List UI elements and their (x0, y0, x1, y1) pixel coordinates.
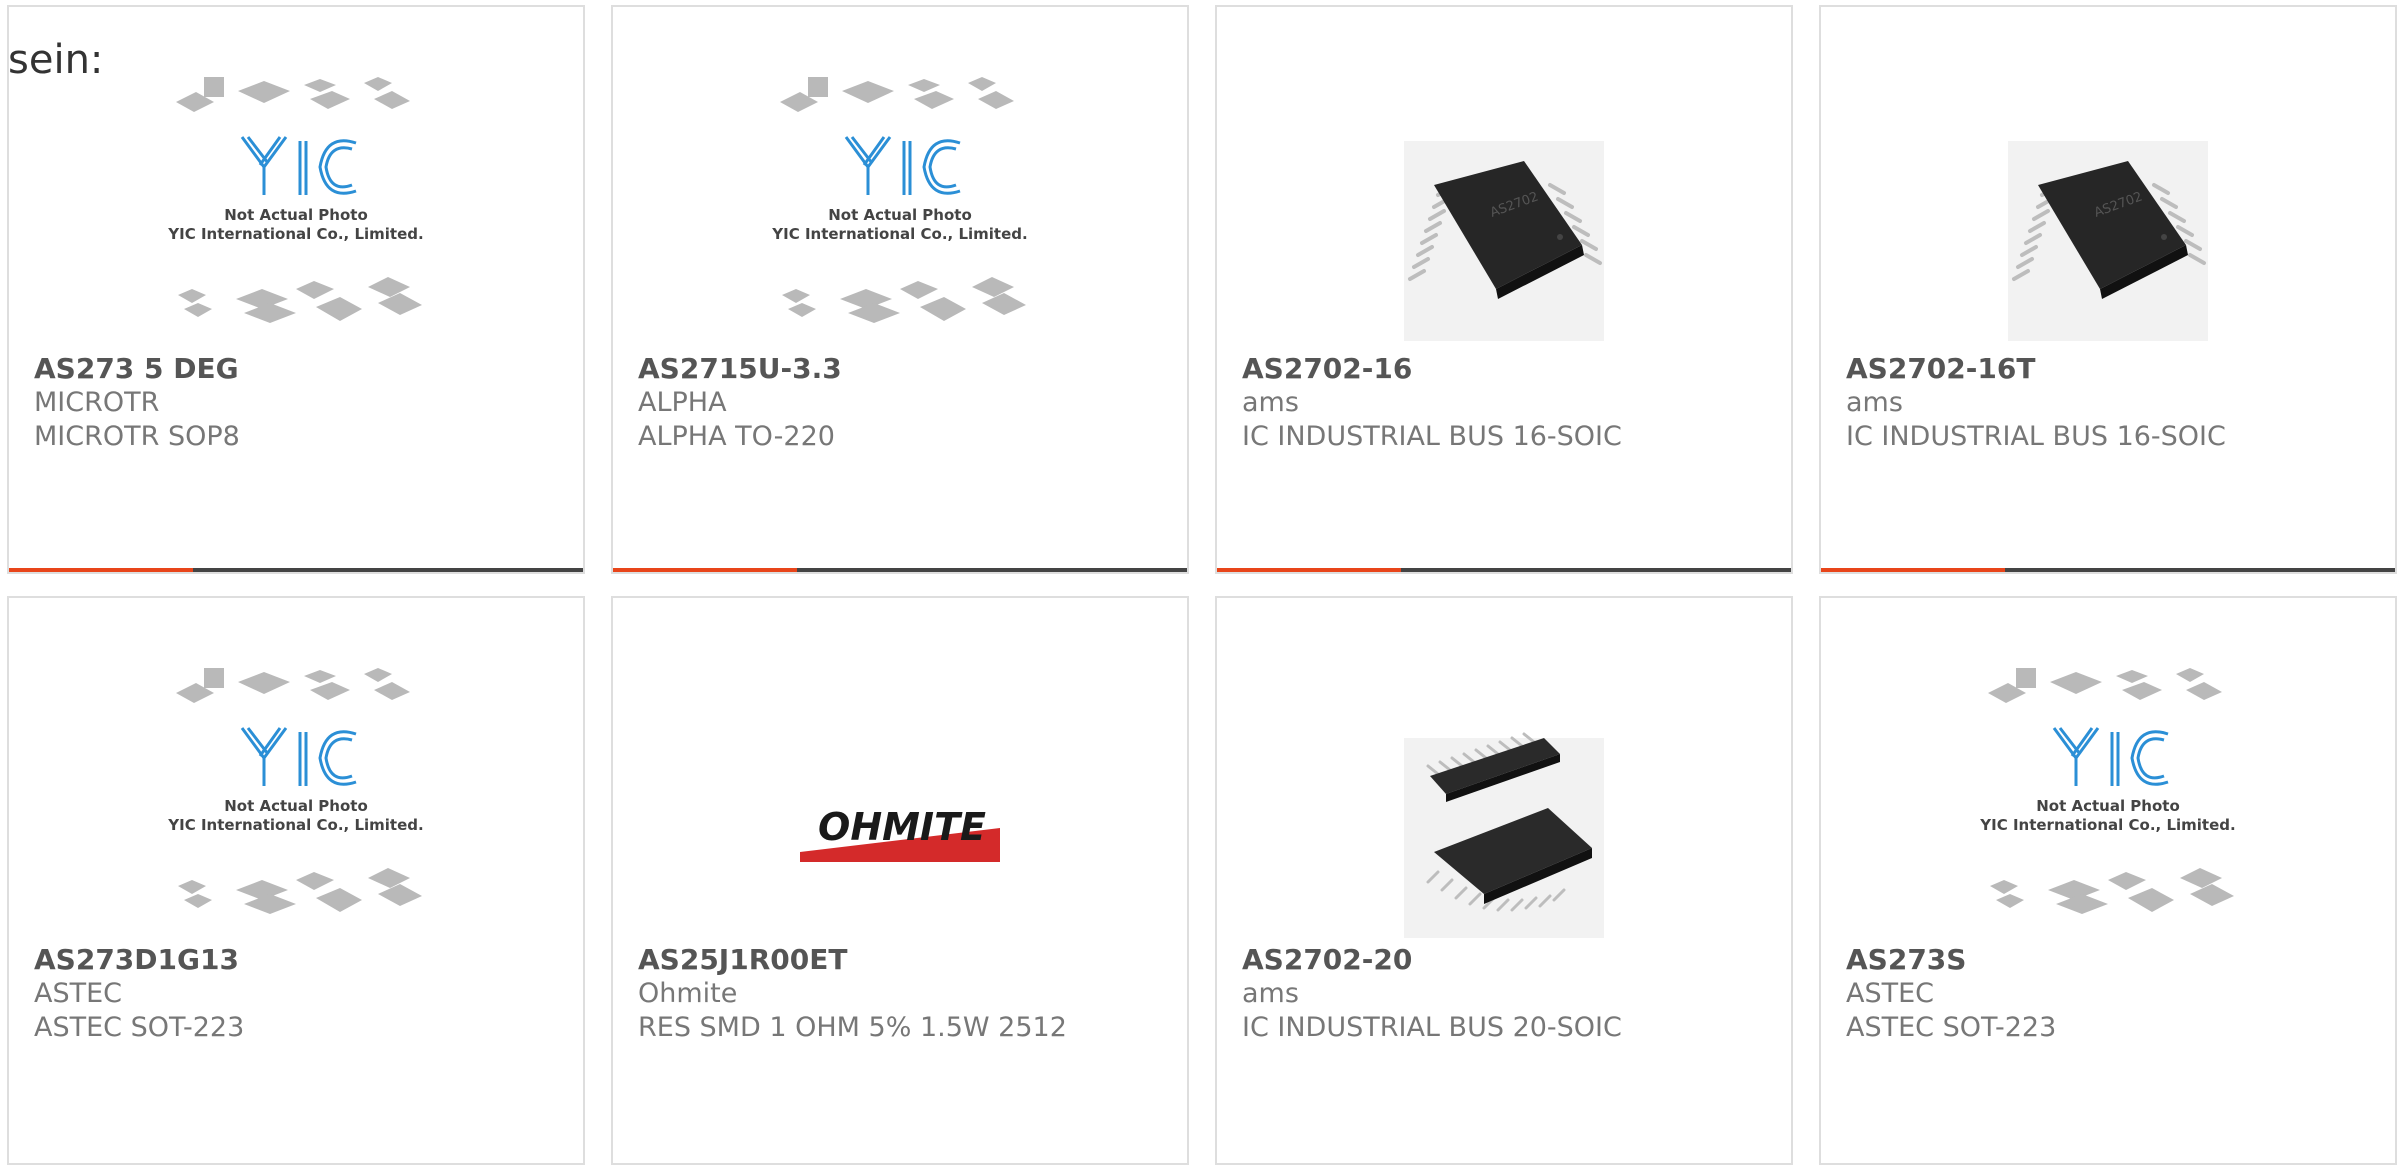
manufacturer: ALPHA (638, 387, 727, 418)
part-number[interactable]: AS273S (1846, 942, 1966, 978)
product-card[interactable]: Not Actual Photo YIC International Co., … (1819, 596, 2397, 1165)
manufacturer: Ohmite (638, 978, 738, 1009)
soic-chip-image: AS2702 (1364, 77, 1644, 347)
card-accent-bar (1821, 568, 2395, 572)
card-accent-bar (1217, 568, 1791, 572)
soic-chip-image: AS2702 (1968, 77, 2248, 347)
placeholder-line1: Not Actual Photo (828, 206, 972, 224)
manufacturer: ASTEC (34, 978, 123, 1009)
part-number[interactable]: AS273D1G13 (34, 942, 239, 978)
description: IC INDUSTRIAL BUS 16-SOIC (1242, 421, 1622, 452)
product-card[interactable]: OHMITE AS25J1R00ET Ohmite RES SMD 1 OHM … (611, 596, 1189, 1165)
placeholder-line1: Not Actual Photo (2036, 797, 2180, 815)
description: RES SMD 1 OHM 5% 1.5W 2512 (638, 1012, 1067, 1043)
placeholder-line1: Not Actual Photo (224, 797, 368, 815)
product-card[interactable]: Not Actual Photo YIC International Co., … (7, 5, 585, 574)
description: ASTEC SOT-223 (34, 1012, 245, 1043)
description: IC INDUSTRIAL BUS 16-SOIC (1846, 421, 2226, 452)
description: ASTEC SOT-223 (1846, 1012, 2057, 1043)
manufacturer: MICROTR (34, 387, 160, 418)
manufacturer: ams (1846, 387, 1903, 418)
placeholder-line2: YIC International Co., Limited. (167, 816, 423, 834)
placeholder-line2: YIC International Co., Limited. (771, 225, 1027, 243)
product-card[interactable]: AS2702-20 ams IC INDUSTRIAL BUS 20-SOIC (1215, 596, 1793, 1165)
product-card[interactable]: Not Actual Photo YIC International Co., … (7, 596, 585, 1165)
yic-placeholder-image: Not Actual Photo YIC International Co., … (760, 77, 1040, 347)
ohmite-logo-image: OHMITE (760, 668, 1040, 938)
card-accent-bar (9, 568, 583, 572)
yic-placeholder-image: Not Actual Photo YIC International Co., … (156, 668, 436, 938)
intro-text: sein: (8, 37, 104, 83)
manufacturer: ams (1242, 978, 1299, 1009)
part-number[interactable]: AS273 5 DEG (34, 351, 239, 387)
ohmite-logo-text: OHMITE (818, 805, 986, 849)
description: IC INDUSTRIAL BUS 20-SOIC (1242, 1012, 1622, 1043)
product-card[interactable]: AS2702 AS2702-16T ams IC INDUSTRIAL BUS … (1819, 5, 2397, 574)
manufacturer: ams (1242, 387, 1299, 418)
manufacturer: ASTEC (1846, 978, 1935, 1009)
placeholder-line2: YIC International Co., Limited. (167, 225, 423, 243)
placeholder-line2: YIC International Co., Limited. (1979, 816, 2235, 834)
part-number[interactable]: AS2702-16T (1846, 351, 2035, 387)
card-accent-bar (613, 568, 1187, 572)
soic-chip-pair-image (1364, 668, 1644, 938)
product-card[interactable]: Not Actual Photo YIC International Co., … (611, 5, 1189, 574)
yic-placeholder-image: Not Actual Photo YIC International Co., … (1968, 668, 2248, 938)
description: MICROTR SOP8 (34, 421, 240, 452)
description: ALPHA TO-220 (638, 421, 835, 452)
part-number[interactable]: AS2715U-3.3 (638, 351, 842, 387)
product-card[interactable]: AS2702 AS2702-16 ams IC INDUSTRIAL BUS 1… (1215, 5, 1793, 574)
part-number[interactable]: AS25J1R00ET (638, 942, 847, 978)
part-number[interactable]: AS2702-20 (1242, 942, 1412, 978)
placeholder-line1: Not Actual Photo (224, 206, 368, 224)
part-number[interactable]: AS2702-16 (1242, 351, 1412, 387)
yic-placeholder-image: Not Actual Photo YIC International Co., … (156, 77, 436, 347)
